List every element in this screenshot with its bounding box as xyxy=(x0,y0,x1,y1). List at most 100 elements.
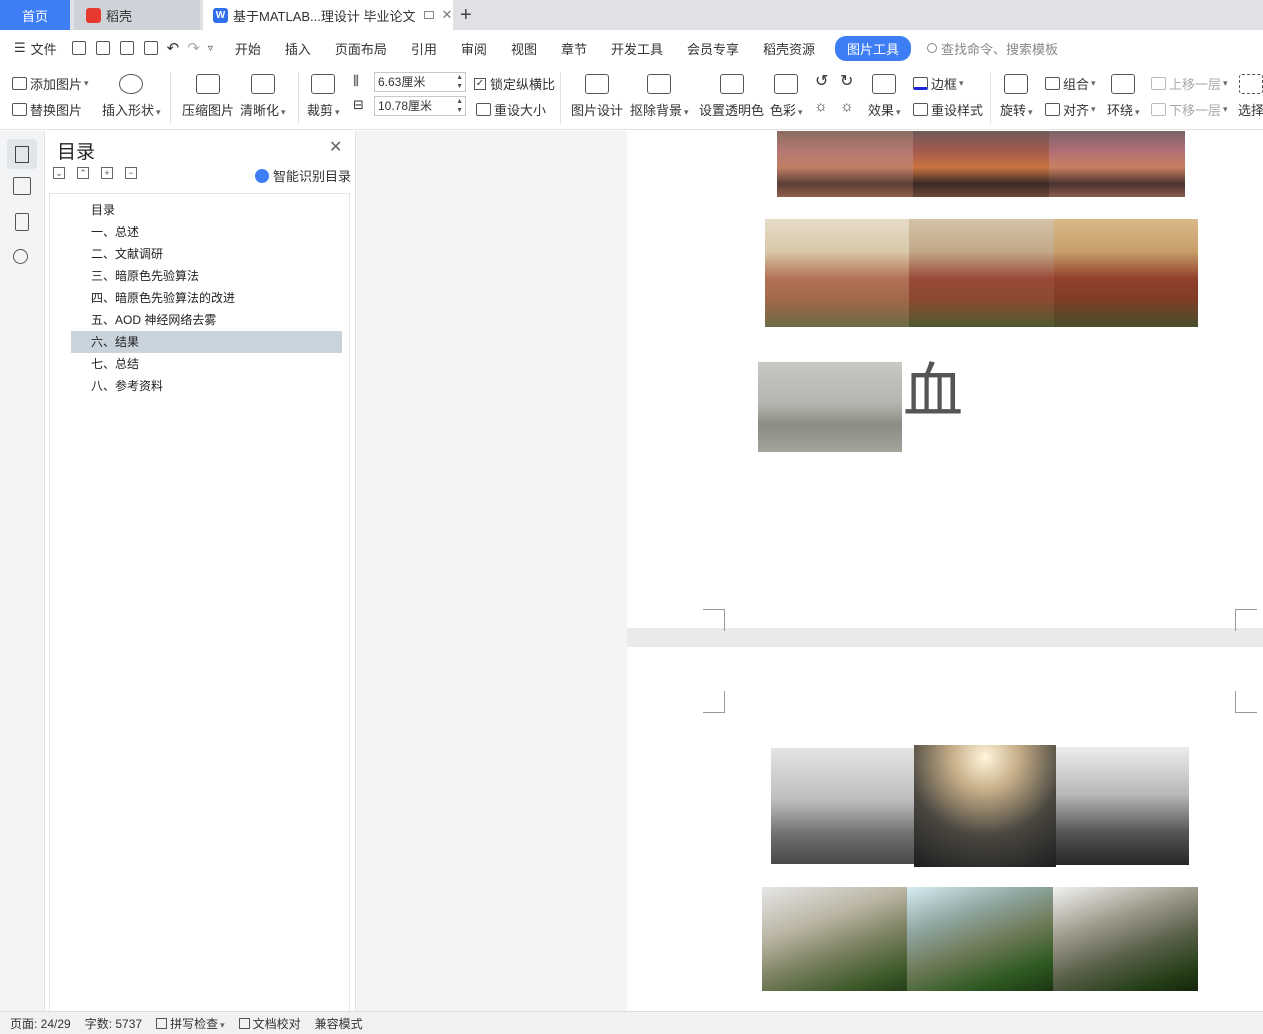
add-heading-icon[interactable]: + xyxy=(101,167,113,179)
crop-icon xyxy=(311,74,336,94)
undo-icon[interactable]: ↶ xyxy=(167,39,180,57)
quick-access-more-icon[interactable]: ▿ xyxy=(208,43,213,54)
picture-design-button[interactable]: 图片设计 xyxy=(571,74,623,119)
command-search[interactable]: 查找命令、搜索模板 xyxy=(927,39,1058,58)
dolls-image-strip[interactable] xyxy=(777,131,1185,197)
foggy-road-image[interactable] xyxy=(758,362,902,452)
remove-heading-icon[interactable]: − xyxy=(125,167,137,179)
redo-icon[interactable]: ↷ xyxy=(187,39,200,57)
tab-home[interactable]: 首页 xyxy=(0,0,70,30)
menu-daoke-resources[interactable]: 稻壳资源 xyxy=(751,39,827,58)
rotate-right-icon[interactable]: ↻ xyxy=(840,71,853,91)
wrap-button[interactable]: 环绕 xyxy=(1107,74,1140,119)
toc-item[interactable]: 二、文献调研 xyxy=(71,243,342,265)
page-indicator[interactable]: 页面: 24/29 xyxy=(10,1015,71,1032)
width-input[interactable]: 10.78厘米 ▲ ▼ xyxy=(374,96,466,116)
outline-panel-icon[interactable] xyxy=(13,177,31,195)
proofread-button[interactable]: 文档校对 xyxy=(238,1015,301,1032)
toc-panel-icon[interactable] xyxy=(7,139,37,169)
close-icon[interactable]: ✕ xyxy=(329,137,342,157)
color-label: 色彩 xyxy=(770,103,803,118)
select-button[interactable]: 选择 xyxy=(1238,74,1263,119)
menu-insert[interactable]: 插入 xyxy=(273,39,323,58)
toc-item[interactable]: 三、暗原色先验算法 xyxy=(71,265,342,287)
hamburger-icon: ☰ xyxy=(14,40,26,55)
menu-picture-tools[interactable]: 图片工具 xyxy=(835,35,912,61)
height-spinner[interactable]: ▲ ▼ xyxy=(456,73,463,91)
rotate-button[interactable]: 旋转 xyxy=(1000,74,1033,119)
menu-chapter[interactable]: 章节 xyxy=(549,39,599,58)
effects-button[interactable]: 效果 xyxy=(868,74,901,119)
replace-picture-button[interactable]: 替换图片 xyxy=(12,100,82,119)
ribbon-divider xyxy=(170,72,171,124)
smart-toc-button[interactable]: 智能识别目录 xyxy=(255,166,351,185)
rotate-icon xyxy=(1004,74,1029,94)
group-button[interactable]: 组合 xyxy=(1045,74,1096,93)
menu-review[interactable]: 审阅 xyxy=(449,39,499,58)
tab-float-icon[interactable] xyxy=(423,11,434,19)
rotate-left-icon[interactable]: ↺ xyxy=(815,71,828,91)
add-picture-button[interactable]: 添加图片 xyxy=(12,74,89,93)
sharpen-button[interactable]: 清晰化 xyxy=(240,74,286,119)
border-button[interactable]: 边框 xyxy=(913,74,964,93)
height-input[interactable]: 6.63厘米 ▲ ▼ xyxy=(374,72,466,92)
toc-item[interactable]: 四、暗原色先验算法的改进 xyxy=(71,287,342,309)
remove-background-button[interactable]: 抠除背景 xyxy=(630,74,689,119)
width-spinner[interactable]: ▲ ▼ xyxy=(456,97,463,115)
brightness-up-icon[interactable]: ☼ xyxy=(814,98,828,115)
align-button[interactable]: 对齐 xyxy=(1045,100,1096,119)
save-icon[interactable] xyxy=(71,41,86,55)
shape-icon xyxy=(119,74,144,94)
menu-page-layout[interactable]: 页面布局 xyxy=(323,39,399,58)
toc-item-active[interactable]: 六、结果 xyxy=(71,331,342,353)
menu-view[interactable]: 视图 xyxy=(499,39,549,58)
crop-button[interactable]: 裁剪 xyxy=(307,74,340,119)
toc-item[interactable]: 目录 xyxy=(71,199,342,221)
toc-item[interactable]: 八、参考资料 xyxy=(71,375,342,397)
expand-up-icon[interactable]: ⌃ xyxy=(77,167,89,179)
color-button[interactable]: 色彩 xyxy=(770,74,803,119)
sharpen-icon xyxy=(250,74,275,94)
menu-developer[interactable]: 开发工具 xyxy=(599,39,675,58)
toc-item[interactable]: 七、总结 xyxy=(71,353,342,375)
bring-forward-button[interactable]: 上移一层 xyxy=(1151,74,1228,93)
tab-close-icon[interactable]: ✕ xyxy=(442,7,453,23)
canvas-margin xyxy=(356,131,627,1011)
reset-style-button[interactable]: 重设样式 xyxy=(913,100,983,119)
send-backward-button[interactable]: 下移一层 xyxy=(1151,100,1228,119)
menu-file[interactable]: ☰ 文件 xyxy=(0,39,67,58)
menu-member[interactable]: 会员专享 xyxy=(675,39,751,58)
toc-item[interactable]: 五、AOD 神经网络去雾 xyxy=(71,309,342,331)
document-page[interactable] xyxy=(627,647,1263,1011)
mountain-photo xyxy=(907,887,1053,991)
compress-picture-button[interactable]: 压缩图片 xyxy=(182,74,234,119)
insert-shape-button[interactable]: 插入形状 xyxy=(102,74,161,119)
tab-daoke[interactable]: 稻壳 xyxy=(74,0,200,30)
menu-start[interactable]: 开始 xyxy=(223,39,273,58)
toc-item[interactable]: 一、总述 xyxy=(71,221,342,243)
export-pdf-icon[interactable] xyxy=(95,41,110,55)
checkmark-icon: ✓ xyxy=(474,77,486,90)
collapse-all-icon[interactable]: ⌄ xyxy=(53,167,65,179)
insert-shape-label: 插入形状 xyxy=(102,103,161,118)
print-icon[interactable] xyxy=(119,41,134,55)
document-canvas[interactable]: 血 xyxy=(356,131,1263,1011)
mountain-image-strip[interactable] xyxy=(762,887,1198,991)
gate-image-strip[interactable] xyxy=(765,219,1198,327)
set-transparent-button[interactable]: 设置透明色 xyxy=(699,74,764,119)
brightness-down-icon[interactable]: ☼ xyxy=(840,98,854,115)
height-icon: ⫼ xyxy=(353,73,359,88)
new-tab-button[interactable]: + xyxy=(460,4,472,27)
reset-size-button[interactable]: 重设大小 xyxy=(476,100,546,119)
menu-references[interactable]: 引用 xyxy=(399,39,449,58)
lock-ratio-checkbox[interactable]: ✓ 锁定纵横比 xyxy=(474,74,555,93)
proofread-label: 文档校对 xyxy=(252,1016,301,1031)
document-page[interactable]: 血 xyxy=(627,131,1263,631)
print-preview-icon[interactable] xyxy=(143,41,158,55)
spell-check-button[interactable]: 拼写检查 xyxy=(156,1015,225,1032)
bookmark-icon[interactable] xyxy=(15,213,29,231)
find-icon[interactable] xyxy=(13,249,28,264)
tab-document[interactable]: W 基于MATLAB...理设计 毕业论文 ✕ xyxy=(203,0,453,30)
city-haze-image-strip[interactable] xyxy=(771,745,1189,867)
word-count[interactable]: 字数: 5737 xyxy=(85,1015,142,1032)
